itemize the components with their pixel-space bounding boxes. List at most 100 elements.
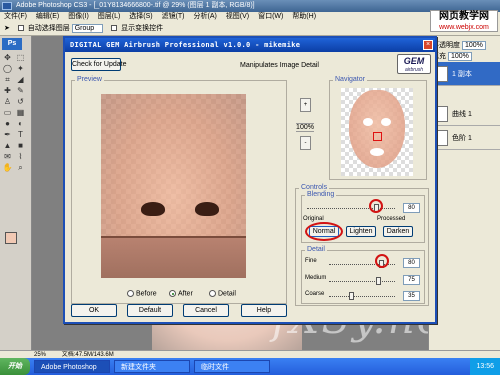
blending-value-input[interactable]: 80 — [403, 203, 420, 213]
coarse-slider-thumb[interactable] — [349, 292, 355, 300]
help-button[interactable]: Help — [241, 304, 287, 317]
site-watermark: 网页教学网 www.webjx.com — [430, 10, 498, 32]
preview-label: Preview — [75, 76, 104, 83]
navigator-eye-left — [363, 118, 373, 126]
zoom-in-button[interactable]: + — [300, 98, 311, 112]
close-icon[interactable]: × — [423, 40, 433, 50]
logo-sub: airbrush — [404, 67, 424, 73]
dodge-icon[interactable]: ◐ — [15, 119, 26, 129]
radio-dot — [127, 290, 134, 297]
marquee-icon[interactable]: ⬚ — [15, 53, 26, 63]
fill-row: 填充 100% — [429, 51, 500, 62]
shape-icon[interactable]: ■ — [15, 141, 26, 151]
controls-label: Controls — [299, 184, 330, 191]
check-update-button[interactable]: Check for Update — [71, 58, 126, 71]
zoom-out-button[interactable]: - — [300, 136, 311, 150]
logo-main: GEM — [403, 56, 425, 66]
darken-mode-button[interactable]: Darken — [383, 226, 413, 237]
layers-panel: 不透明度 100% 填充 100% 1 副本 曲线 1 色阶 1 — [428, 36, 500, 350]
navigator-view-rect[interactable] — [373, 132, 382, 141]
watermark-url: www.webjx.com — [439, 24, 489, 31]
move-tool-icon[interactable]: ➤ — [4, 25, 10, 32]
taskbar-item-new-folder[interactable]: 新建文件夹 — [114, 360, 190, 373]
menu-edit[interactable]: 编辑(E) — [36, 13, 59, 20]
auto-select-dropdown[interactable]: Group — [71, 23, 104, 33]
highlight-ring — [369, 199, 383, 213]
gradient-icon[interactable]: ▦ — [15, 108, 26, 118]
layer-row[interactable]: 色阶 1 — [429, 126, 500, 150]
view-before-radio[interactable]: Before — [127, 290, 157, 298]
move-icon[interactable]: ✥ — [2, 53, 13, 63]
fine-value-input[interactable]: 80 — [403, 258, 420, 268]
layer-row[interactable]: 1 副本 — [429, 62, 500, 86]
menu-layer[interactable]: 图层(L) — [98, 13, 121, 20]
radio-dot-selected — [169, 290, 176, 297]
auto-select-label: 自动选择图层 — [27, 25, 70, 32]
menu-help[interactable]: 帮助(H) — [292, 13, 316, 20]
opacity-input[interactable]: 100% — [461, 41, 486, 50]
layer-name: 1 副本 — [452, 70, 472, 78]
menu-select[interactable]: 选择(S) — [129, 13, 152, 20]
preview-image[interactable] — [101, 94, 246, 278]
healing-icon[interactable]: ✚ — [2, 86, 13, 96]
lasso-icon[interactable]: ◯ — [2, 64, 13, 74]
show-transform-checkbox[interactable] — [111, 25, 118, 32]
eyedropper-icon[interactable]: ⌇ — [15, 152, 26, 162]
lighten-mode-button[interactable]: Lighten — [346, 226, 376, 237]
taskbar-item-photoshop[interactable]: Adobe Photoshop — [34, 360, 110, 373]
cancel-button[interactable]: Cancel — [183, 304, 229, 317]
fill-input[interactable]: 100% — [447, 52, 472, 61]
taskbar-item-temp-files[interactable]: 临时文件 — [194, 360, 270, 373]
medium-value-input[interactable]: 75 — [403, 275, 420, 285]
blur-icon[interactable]: ● — [2, 119, 13, 129]
navigator-label: Navigator — [333, 76, 367, 83]
crop-icon[interactable]: ⌗ — [2, 75, 13, 85]
menu-bar: 文件(F) 编辑(E) 图像(I) 图层(L) 选择(S) 滤镜(T) 分析(A… — [0, 12, 500, 22]
menu-analysis[interactable]: 分析(A) — [193, 13, 216, 20]
brush-icon[interactable]: ✎ — [15, 86, 26, 96]
default-button[interactable]: Default — [127, 304, 173, 317]
navigator-thumbnail[interactable] — [341, 88, 413, 176]
medium-slider-thumb[interactable] — [375, 277, 381, 285]
detail-label: Detail — [305, 246, 327, 253]
notes-icon[interactable]: ✉ — [2, 152, 13, 162]
zoom-icon[interactable]: ⌕ — [15, 163, 26, 173]
view-detail-radio[interactable]: Detail — [209, 290, 236, 298]
eraser-icon[interactable]: ▭ — [2, 108, 13, 118]
layer-name: 色阶 1 — [452, 134, 472, 142]
preview-nostril-left — [141, 202, 165, 216]
view-after-radio[interactable]: After — [169, 290, 193, 298]
menu-window[interactable]: 窗口(W) — [258, 13, 283, 20]
menu-filter[interactable]: 滤镜(T) — [162, 13, 185, 20]
hand-icon[interactable]: ✋ — [2, 163, 13, 173]
coarse-label: Coarse — [305, 291, 325, 297]
medium-slider-track[interactable] — [329, 281, 395, 282]
stamp-icon[interactable]: ♙ — [2, 97, 13, 107]
layer-name: 曲线 1 — [452, 110, 472, 118]
foreground-color-swatch[interactable] — [5, 232, 17, 244]
photoshop-title: Adobe Photoshop CS3 - [_01Y8134666800-.t… — [16, 2, 255, 9]
slice-icon[interactable]: ◢ — [15, 75, 26, 85]
opacity-row: 不透明度 100% — [429, 40, 500, 51]
ok-button[interactable]: OK — [71, 304, 117, 317]
auto-select-checkbox[interactable] — [17, 25, 24, 32]
coarse-slider-track[interactable] — [329, 296, 395, 297]
system-clock: 13:56 — [470, 358, 500, 375]
coarse-value-input[interactable]: 35 — [403, 291, 420, 301]
gem-airbrush-logo: GEM airbrush — [397, 54, 431, 74]
fine-label: Fine — [305, 258, 317, 264]
pen-icon[interactable]: ✒ — [2, 130, 13, 140]
magic-wand-icon[interactable]: ✦ — [15, 64, 26, 74]
photoshop-title-bar: Adobe Photoshop CS3 - [_01Y8134666800-.t… — [0, 0, 500, 12]
start-button[interactable]: 开始 — [0, 358, 30, 375]
type-icon[interactable]: T — [15, 130, 26, 140]
menu-view[interactable]: 视图(V) — [226, 13, 249, 20]
toolbox: Ps ✥ ⬚ ◯ ✦ ⌗ ◢ ✚ ✎ ♙ ↺ ▭ ▦ ● ◐ ✒ T ▲ ■ ✉ ⌇ ✋ ⌕ — [0, 36, 32, 350]
layer-row[interactable]: 曲线 1 — [429, 102, 500, 126]
watermark-title: 网页教学网 — [439, 11, 489, 22]
menu-image[interactable]: 图像(I) — [68, 13, 89, 20]
navigator-eye-right — [381, 118, 391, 126]
history-brush-icon[interactable]: ↺ — [15, 97, 26, 107]
menu-file[interactable]: 文件(F) — [4, 13, 27, 20]
path-select-icon[interactable]: ▲ — [2, 141, 13, 151]
